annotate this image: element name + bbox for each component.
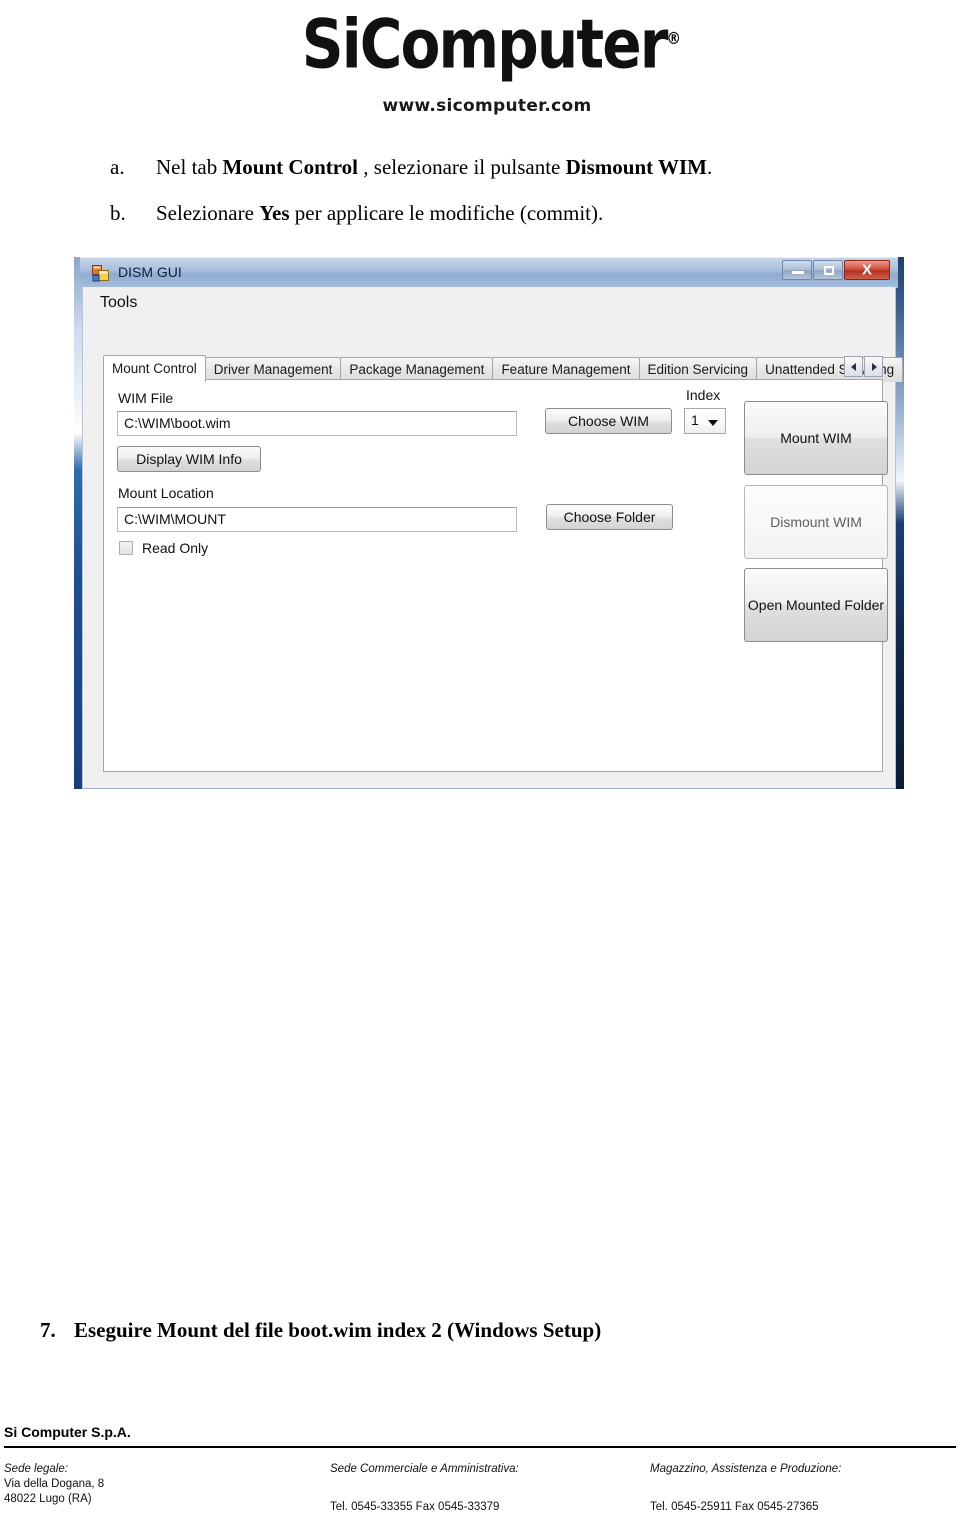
footer-column-warehouse: Magazzino, Assistenza e Produzione: Tel.…	[650, 1462, 841, 1515]
mount-location-input[interactable]: C:\WIM\MOUNT	[117, 507, 517, 532]
tab-scroll-right-button[interactable]	[864, 356, 883, 377]
choose-wim-button[interactable]: Choose WIM	[545, 408, 672, 434]
logo-wordmark: SiComputer®	[301, 2, 681, 85]
page-header: SiComputer® www.sicomputer.com	[0, 0, 960, 130]
window-title: DISM GUI	[118, 264, 182, 280]
index-label: Index	[686, 387, 721, 403]
footer-legal-street: Via della Dogana, 8	[4, 1478, 105, 1490]
close-icon: X	[861, 261, 872, 279]
read-only-checkbox-row[interactable]: Read Only	[119, 540, 208, 556]
chevron-down-icon	[708, 420, 718, 426]
mount-control-panel: WIM File C:\WIM\boot.wim Display WIM Inf…	[103, 379, 888, 772]
dismount-wim-button[interactable]: Dismount WIM	[744, 485, 888, 559]
chevron-left-icon	[850, 362, 856, 371]
footer-commercial-tel: Tel. 0545-33355 Fax 0545-33379	[330, 1501, 500, 1513]
read-only-checkbox[interactable]	[119, 541, 133, 555]
close-button[interactable]: X	[844, 260, 890, 280]
list-item-marker: a.	[110, 155, 125, 179]
logo-wordmark-text: SiComputer	[301, 5, 669, 85]
list-item: 7. Eseguire Mount del file boot.wim inde…	[0, 1318, 960, 1343]
list-item: b. Selezionare Yes per applicare le modi…	[0, 198, 960, 228]
choose-folder-button[interactable]: Choose Folder	[546, 504, 673, 530]
minimize-icon	[792, 271, 804, 274]
footer-warehouse-heading: Magazzino, Assistenza e Produzione:	[650, 1463, 842, 1475]
company-logo: SiComputer® www.sicomputer.com	[292, 2, 682, 116]
minimize-button[interactable]	[782, 260, 812, 280]
index-value: 1	[691, 412, 699, 428]
vb-form-icon	[92, 265, 109, 282]
window-body: Tools Mount Control Driver Management Pa…	[82, 287, 904, 789]
mount-location-label: Mount Location	[118, 485, 214, 501]
maximize-button[interactable]	[813, 260, 843, 280]
emphasis-yes: Yes	[259, 201, 290, 225]
footer-column-legal: Sede legale: Via della Dogana, 8 48022 L…	[4, 1462, 104, 1507]
footer-legal-city: 48022 Lugo (RA)	[4, 1493, 92, 1505]
footer-column-commercial: Sede Commerciale e Amministrativa: Tel. …	[330, 1462, 519, 1515]
wim-file-input[interactable]: C:\WIM\boot.wim	[117, 411, 517, 436]
footer-warehouse-tel: Tel. 0545-25911 Fax 0545-27365	[650, 1501, 819, 1513]
footer-divider	[4, 1446, 956, 1448]
tab-mount-control[interactable]: Mount Control	[103, 355, 206, 382]
menu-bar: Tools	[83, 287, 895, 321]
footer-commercial-heading: Sede Commerciale e Amministrativa:	[330, 1463, 519, 1475]
emphasis-mount-control: Mount Control	[222, 155, 359, 179]
display-wim-info-button[interactable]: Display WIM Info	[117, 446, 261, 472]
dism-gui-window: DISM GUI X Tools Mount Control Driver Ma…	[74, 257, 904, 789]
tab-scroll-left-button[interactable]	[844, 356, 863, 377]
footer-company-name: Si Computer S.p.A.	[4, 1424, 131, 1440]
list-item-text: Eseguire Mount del file boot.wim index 2…	[74, 1318, 602, 1342]
chevron-right-icon	[871, 362, 877, 371]
footer-legal-heading: Sede legale:	[4, 1463, 68, 1475]
tab-strip: Mount Control Driver Management Package …	[103, 355, 904, 382]
list-item-text: Nel tab Mount Control , selezionare il p…	[156, 155, 713, 179]
tab-scroll-buttons	[843, 356, 883, 377]
window-title-bar[interactable]: DISM GUI X	[80, 257, 898, 288]
instruction-list: a. Nel tab Mount Control , selezionare i…	[0, 152, 960, 244]
list-item-marker: 7.	[40, 1318, 56, 1342]
maximize-icon	[824, 266, 834, 275]
list-item-text: Selezionare Yes per applicare le modific…	[156, 201, 604, 225]
list-item: a. Nel tab Mount Control , selezionare i…	[0, 152, 960, 182]
read-only-label: Read Only	[142, 540, 209, 556]
menu-item-tools[interactable]: Tools	[100, 294, 137, 312]
index-dropdown[interactable]: 1	[684, 408, 726, 434]
website-url: www.sicomputer.com	[382, 95, 592, 116]
wim-file-label: WIM File	[118, 390, 174, 406]
window-controls: X	[781, 260, 890, 280]
emphasis-dismount-wim: Dismount WIM	[565, 155, 708, 179]
list-item-marker: b.	[110, 201, 126, 225]
registered-trademark-icon: ®	[666, 29, 682, 49]
mount-wim-button[interactable]: Mount WIM	[744, 401, 888, 475]
open-mounted-folder-button[interactable]: Open Mounted Folder	[744, 568, 888, 642]
